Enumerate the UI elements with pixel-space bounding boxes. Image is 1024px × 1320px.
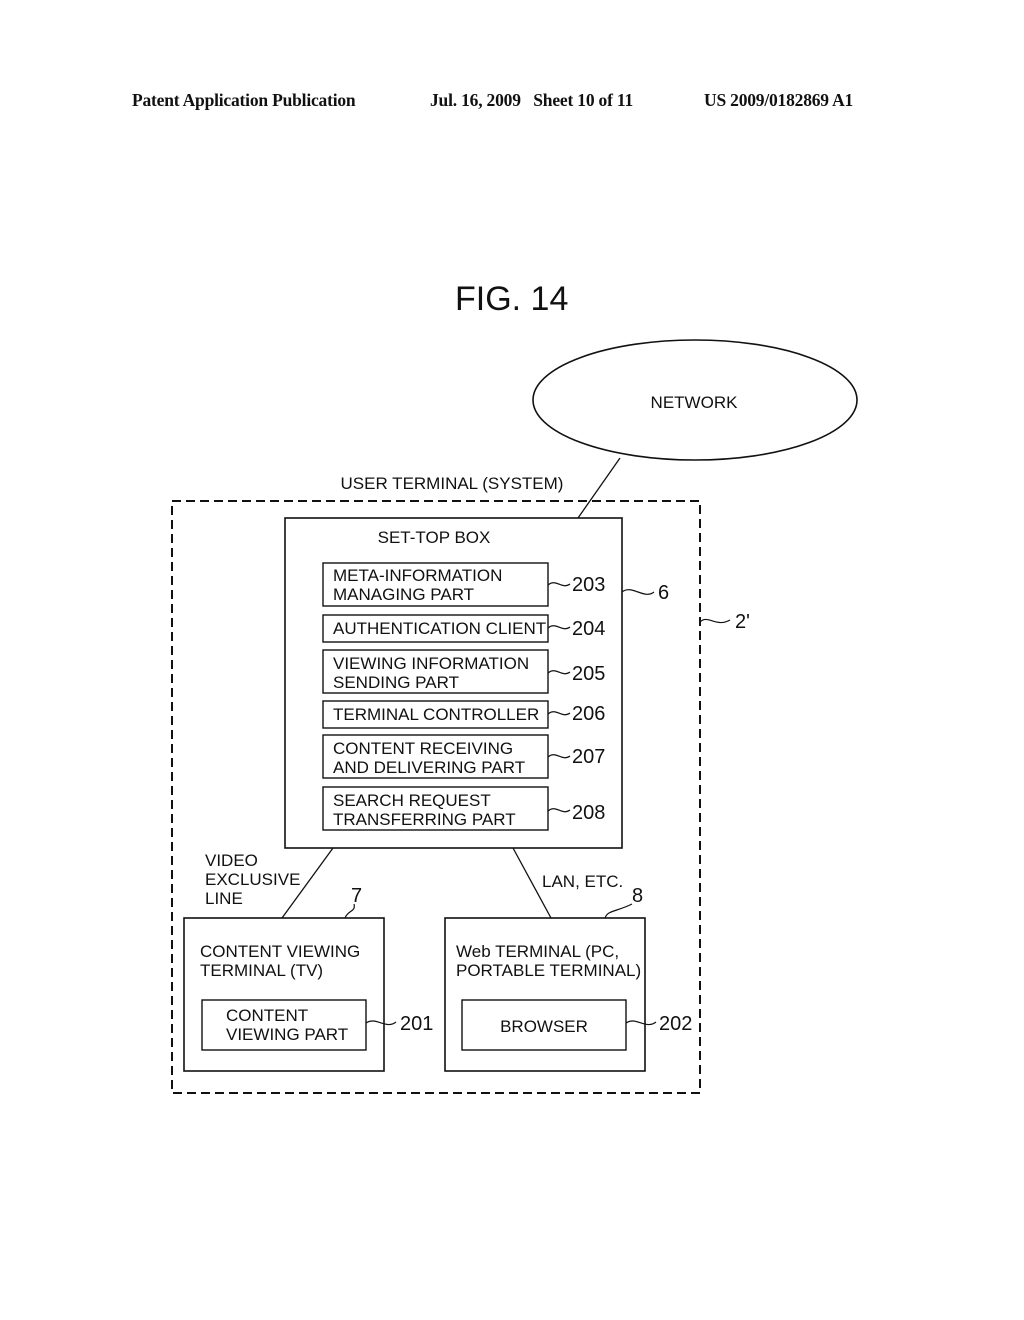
ref-205: 205 <box>572 663 605 685</box>
ref-203: 203 <box>572 574 605 596</box>
meta-information-managing-part: META-INFORMATION MANAGING PART 203 <box>322 562 605 607</box>
ref-leader <box>547 582 571 587</box>
part-line-1: SEARCH REQUEST <box>333 791 491 810</box>
part-line-2: TRANSFERRING PART <box>333 810 516 829</box>
ref-206: 206 <box>572 703 605 725</box>
ref-leader-8 <box>604 903 633 919</box>
ref-leader <box>547 711 571 716</box>
ref-204: 204 <box>572 618 605 640</box>
user-terminal-label: USER TERMINAL (SYSTEM) <box>341 474 564 493</box>
ref-201: 201 <box>400 1013 433 1035</box>
network-label: NETWORK <box>651 393 739 412</box>
ref-leader <box>547 808 571 813</box>
video-line-label-2: EXCLUSIVE <box>205 870 300 889</box>
terminal-controller: TERMINAL CONTROLLER 206 <box>322 700 605 729</box>
ref-6: 6 <box>658 582 669 604</box>
part-line-1: AUTHENTICATION CLIENT <box>333 619 546 638</box>
lan-label: LAN, ETC. <box>542 872 623 891</box>
video-line-label-1: VIDEO <box>205 851 258 870</box>
ref-8: 8 <box>632 885 643 907</box>
part-line-1: META-INFORMATION <box>333 566 502 585</box>
ref-leader-202 <box>625 1020 657 1026</box>
authentication-client: AUTHENTICATION CLIENT 204 <box>322 614 605 643</box>
viewing-information-sending-part: VIEWING INFORMATION SENDING PART 205 <box>322 649 605 694</box>
search-request-transferring-part: SEARCH REQUEST TRANSFERRING PART 208 <box>322 786 605 831</box>
part-line-1: CONTENT RECEIVING <box>333 739 513 758</box>
ref-208: 208 <box>572 802 605 824</box>
content-viewing-part-line-1: CONTENT <box>226 1006 308 1025</box>
ref-7: 7 <box>351 885 362 907</box>
terminal-frame <box>183 917 385 1072</box>
set-top-box-label: SET-TOP BOX <box>378 528 491 547</box>
system-diagram: NETWORK USER TERMINAL (SYSTEM) 2' SET-TO… <box>171 339 858 1094</box>
ref-202: 202 <box>659 1013 692 1035</box>
part-line-2: AND DELIVERING PART <box>333 758 525 777</box>
ref-leader-201 <box>365 1020 397 1026</box>
terminal-frame <box>444 917 646 1072</box>
content-viewing-part-line-2: VIEWING PART <box>226 1025 348 1044</box>
terminal-line-1: Web TERMINAL (PC, <box>456 942 619 961</box>
content-viewing-terminal: 7 CONTENT VIEWING TERMINAL (TV) CONTENT … <box>183 885 433 1072</box>
terminal-line-1: CONTENT VIEWING <box>200 942 360 961</box>
browser-label: BROWSER <box>500 1017 588 1036</box>
part-line-1: TERMINAL CONTROLLER <box>333 705 539 724</box>
ref-leader-2prime <box>699 618 731 624</box>
ref-207: 207 <box>572 746 605 768</box>
network-node: NETWORK <box>532 339 858 461</box>
set-top-box: SET-TOP BOX 6 META-INFORMATION MANAGING … <box>284 517 669 849</box>
ref-leader-6 <box>621 589 655 595</box>
part-line-2: SENDING PART <box>333 673 459 692</box>
video-line-label-3: LINE <box>205 889 243 908</box>
part-line-1: VIEWING INFORMATION <box>333 654 529 673</box>
ref-leader <box>547 625 571 630</box>
ref-2prime: 2' <box>735 611 750 633</box>
ref-leader <box>547 670 571 675</box>
web-terminal: 8 Web TERMINAL (PC, PORTABLE TERMINAL) B… <box>444 885 692 1072</box>
network-connection-line <box>577 457 621 519</box>
part-line-2: MANAGING PART <box>333 585 474 604</box>
terminal-line-2: TERMINAL (TV) <box>200 961 323 980</box>
ref-leader <box>547 754 571 759</box>
content-receiving-delivering-part: CONTENT RECEIVING AND DELIVERING PART 20… <box>322 734 605 779</box>
terminal-line-2: PORTABLE TERMINAL) <box>456 961 641 980</box>
